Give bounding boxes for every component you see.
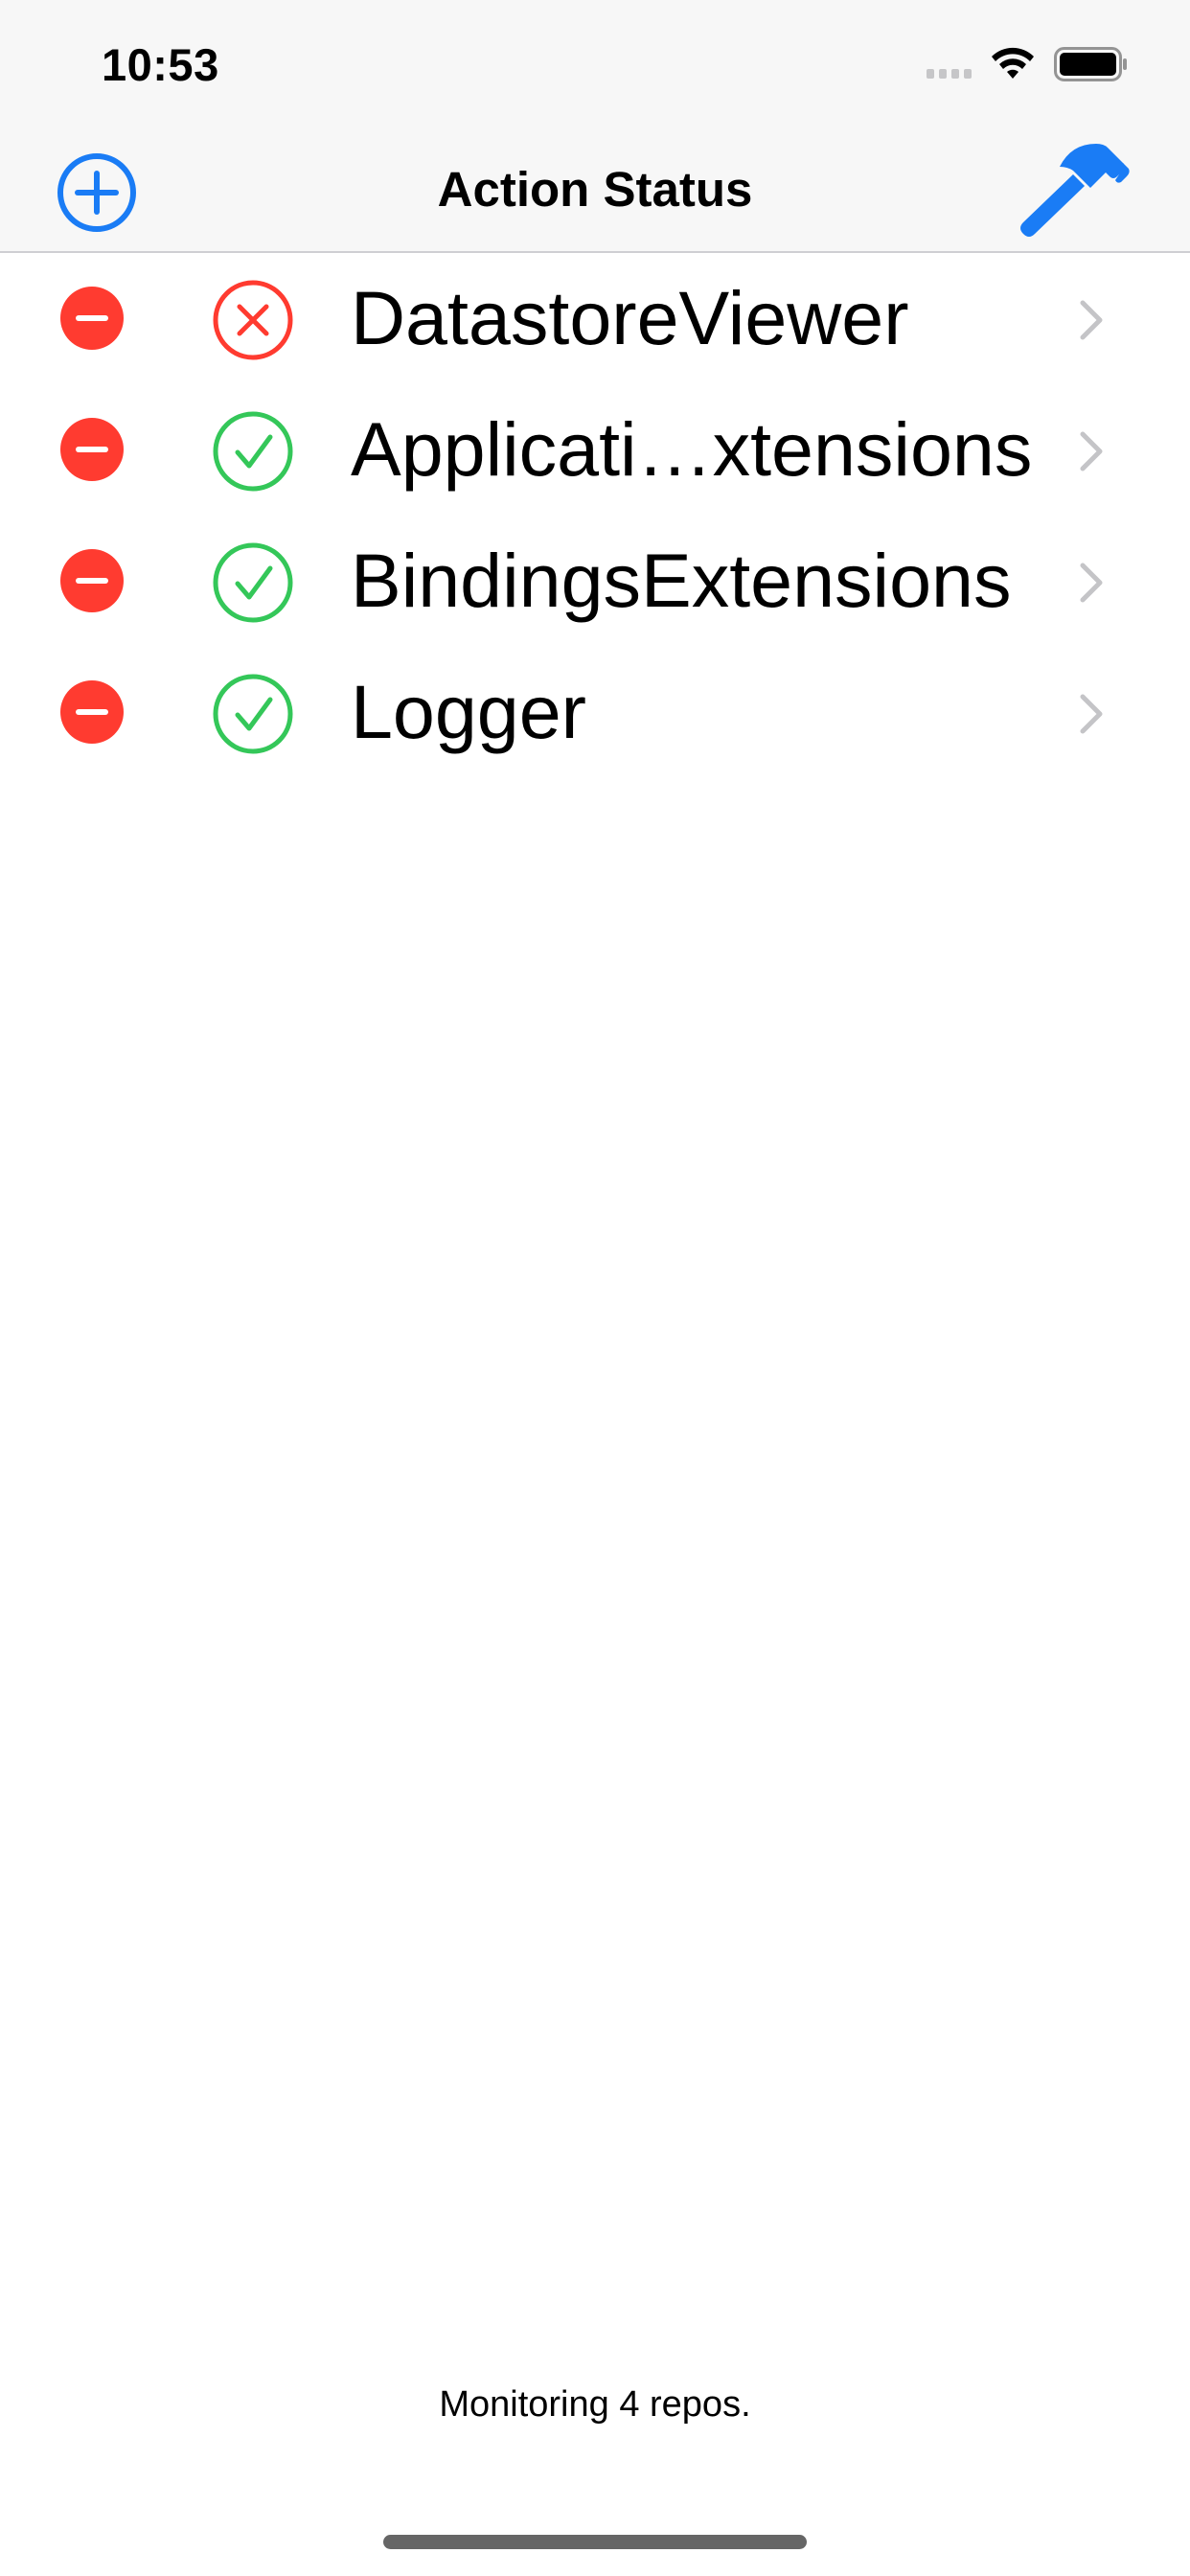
home-indicator[interactable]	[383, 2535, 807, 2549]
repo-name: Applicati…xtensions	[351, 406, 1033, 492]
page-title: Action Status	[437, 162, 753, 217]
delete-icon[interactable]	[60, 287, 124, 350]
checkmark-circle-icon	[213, 542, 293, 623]
hammer-icon	[1020, 144, 1130, 237]
build-button[interactable]	[1016, 138, 1131, 242]
navigation-bar: 10:53 Action Status	[0, 0, 1190, 253]
wifi-icon	[992, 47, 1034, 79]
status-icons	[927, 40, 1129, 88]
repo-row[interactable]: DatastoreViewer	[0, 253, 1190, 384]
repo-list: DatastoreViewer Applicati…xtensions Bind…	[0, 253, 1190, 778]
cellular-signal-icon	[927, 50, 972, 79]
checkmark-circle-icon	[213, 674, 293, 754]
chevron-right-icon	[1080, 694, 1103, 734]
repo-name: Logger	[351, 669, 586, 754]
chevron-right-icon	[1080, 431, 1103, 472]
repo-name: BindingsExtensions	[351, 538, 1012, 623]
chevron-right-icon	[1080, 563, 1103, 603]
repo-name: DatastoreViewer	[351, 275, 909, 360]
repo-row[interactable]: BindingsExtensions	[0, 516, 1190, 647]
footer-status-text: Monitoring 4 repos.	[439, 2384, 751, 2425]
repo-row[interactable]: Logger	[0, 647, 1190, 778]
delete-icon[interactable]	[60, 549, 124, 612]
x-circle-icon	[213, 280, 293, 360]
repo-row[interactable]: Applicati…xtensions	[0, 384, 1190, 516]
chevron-right-icon	[1080, 300, 1103, 340]
status-time: 10:53	[102, 39, 219, 90]
checkmark-circle-icon	[213, 411, 293, 492]
delete-icon[interactable]	[60, 680, 124, 744]
battery-icon	[1054, 47, 1127, 81]
delete-icon[interactable]	[60, 418, 124, 481]
